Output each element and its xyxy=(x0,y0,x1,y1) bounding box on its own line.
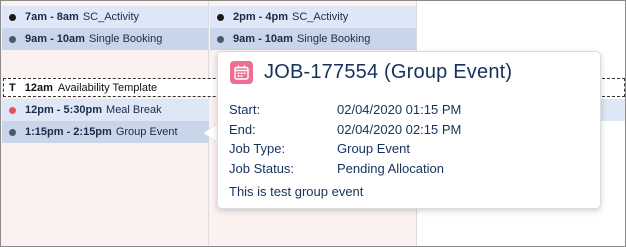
calendar-icon xyxy=(230,61,253,84)
event-dot-icon xyxy=(217,35,224,43)
event-dot-icon xyxy=(9,106,16,114)
field-label: Job Type: xyxy=(229,141,286,156)
availability-time: 12am xyxy=(24,81,53,94)
calendar-event[interactable]: 12pm - 5:30pm Meal Break xyxy=(2,99,209,121)
popover-header: JOB-177554 (Group Event) xyxy=(230,61,512,84)
calendar-event[interactable]: 9am - 10am Single Booking xyxy=(210,28,416,50)
event-dot-icon xyxy=(9,35,16,43)
field-value: 02/04/2020 02:15 PM xyxy=(337,122,462,137)
calendar-event-continuation[interactable] xyxy=(601,99,625,121)
event-dot-icon xyxy=(9,13,16,21)
field-label: Job Status: xyxy=(229,161,295,176)
field-label: Start: xyxy=(229,102,261,117)
event-time: 12pm - 5:30pm xyxy=(25,104,103,116)
event-title: Single Booking xyxy=(296,33,371,45)
calendar-event-selected[interactable]: 1:15pm - 2:15pm Group Event xyxy=(2,121,209,143)
event-time: 9am - 10am xyxy=(233,33,293,45)
calendar-event[interactable]: 9am - 10am Single Booking xyxy=(2,28,208,50)
event-title: Meal Break xyxy=(106,104,162,116)
event-dot-icon xyxy=(9,128,16,136)
event-title: Single Booking xyxy=(88,33,163,45)
availability-type: T xyxy=(9,81,16,94)
event-title: SC_Activity xyxy=(292,11,349,23)
calendar-frame: 7am - 8am SC_Activity 9am - 10am Single … xyxy=(0,0,626,247)
calendar-event[interactable]: 2pm - 4pm SC_Activity xyxy=(210,6,416,28)
event-time: 9am - 10am xyxy=(25,33,85,45)
event-dot-icon xyxy=(217,13,224,21)
event-detail-popover: JOB-177554 (Group Event) Start: 02/04/20… xyxy=(217,51,601,209)
popover-field-job-type: Job Type: Group Event xyxy=(229,141,410,156)
popover-description: This is test group event xyxy=(229,184,364,199)
field-value: 02/04/2020 01:15 PM xyxy=(337,102,462,117)
popover-title[interactable]: JOB-177554 (Group Event) xyxy=(264,61,512,84)
field-label: End: xyxy=(229,122,256,137)
popover-field-end: End: 02/04/2020 02:15 PM xyxy=(229,122,461,137)
field-value: Pending Allocation xyxy=(337,161,444,176)
popover-field-start: Start: 02/04/2020 01:15 PM xyxy=(229,102,461,117)
event-time: 7am - 8am xyxy=(25,11,79,23)
availability-title: Availability Template xyxy=(57,81,158,94)
event-time: 1:15pm - 2:15pm xyxy=(25,126,112,138)
event-time: 2pm - 4pm xyxy=(233,11,289,23)
popover-arrow xyxy=(204,124,217,142)
popover-field-job-status: Job Status: Pending Allocation xyxy=(229,161,444,176)
event-title: SC_Activity xyxy=(82,11,140,23)
calendar-event[interactable]: 7am - 8am SC_Activity xyxy=(2,6,208,28)
field-value: Group Event xyxy=(337,141,410,156)
event-title: Group Event xyxy=(115,126,178,138)
